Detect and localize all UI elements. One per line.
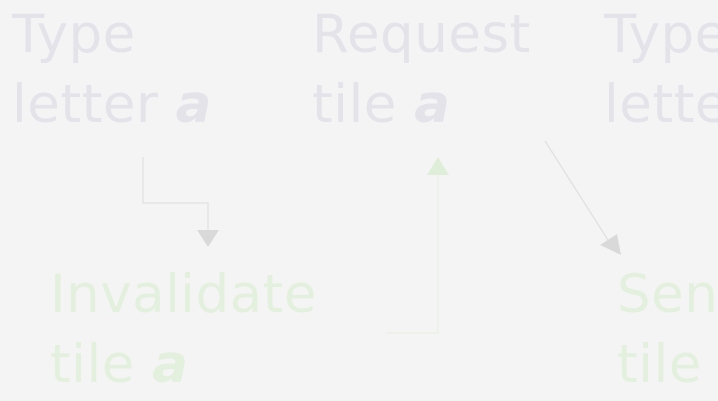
diagram-arrows: [142, 140, 621, 334]
arrowhead-down-icon: [197, 230, 219, 247]
arrowhead-up-icon: [427, 157, 449, 175]
arrow-invalidate-to-request: [386, 175, 439, 334]
diagram-canvas: Type letter a Request tile a Type lette …: [0, 0, 718, 401]
arrow-type-to-invalidate: [142, 157, 209, 230]
arrow-request-to-send: [544, 140, 609, 241]
arrowhead-diagonal-icon: [600, 234, 621, 255]
